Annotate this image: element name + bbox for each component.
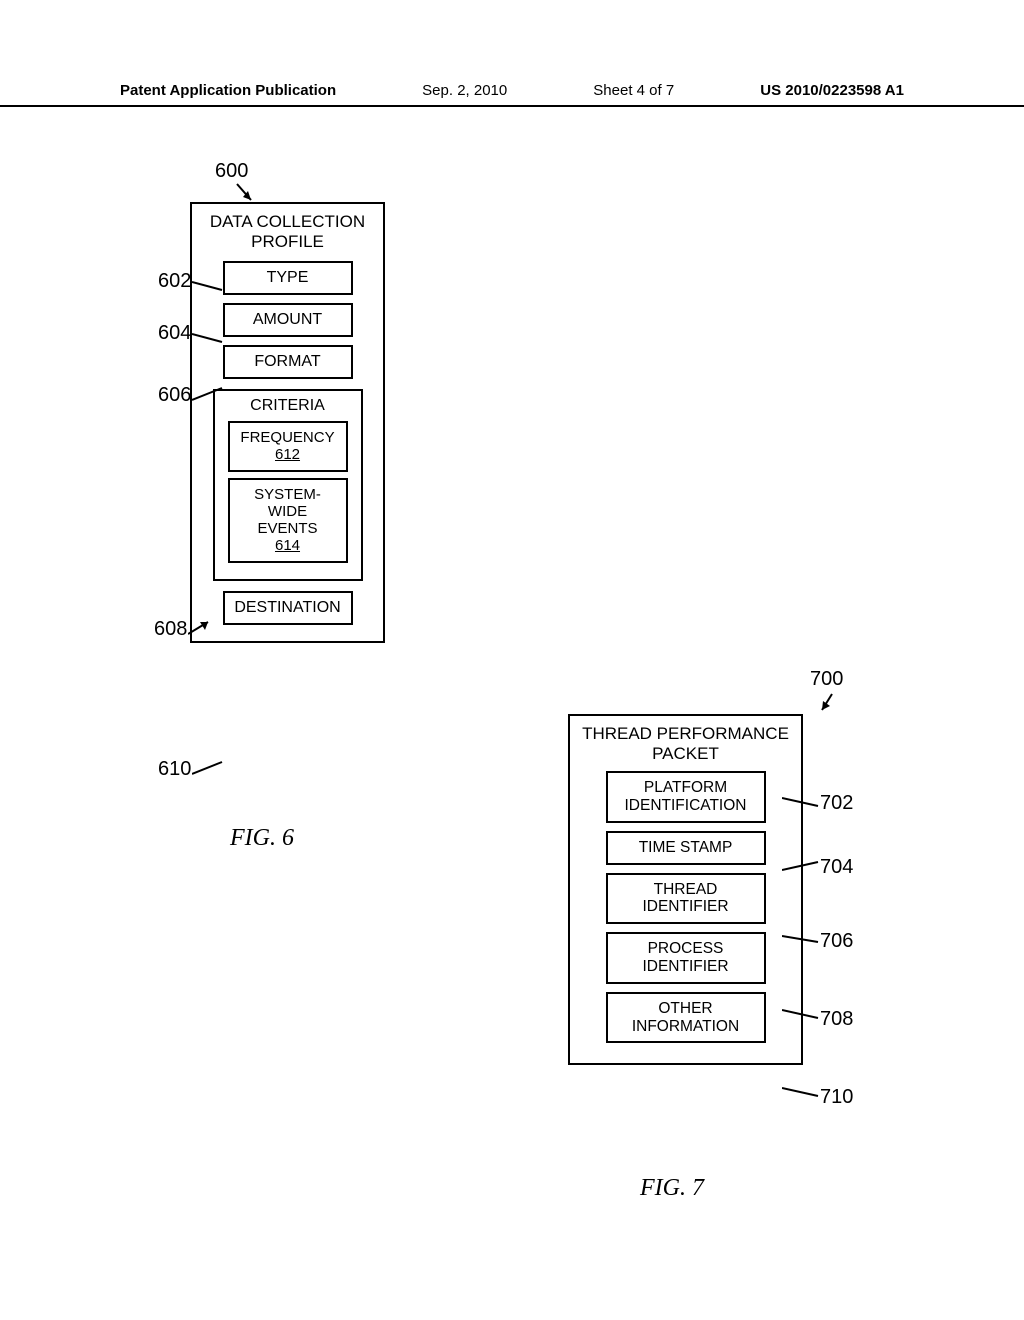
fig7-other-box: OTHER INFORMATION (606, 992, 766, 1044)
ref-702: 702 (820, 792, 853, 815)
ref-610: 610 (158, 758, 191, 781)
fig7-caption: FIG. 7 (640, 1175, 704, 1202)
lead-line-icon (782, 1084, 820, 1100)
fig6-events-box: SYSTEM- WIDE EVENTS 614 (228, 478, 348, 563)
fig6-data-collection-profile: DATA COLLECTION PROFILE TYPE AMOUNT FORM… (190, 202, 385, 643)
fig7-platform-l1: PLATFORM (644, 779, 727, 796)
ref-708: 708 (820, 1008, 853, 1031)
arrow-icon (818, 692, 842, 716)
fig6-title-line2: PROFILE (251, 232, 324, 251)
header-sheet: Sheet 4 of 7 (593, 82, 674, 99)
fig7-thread-box: THREAD IDENTIFIER (606, 873, 766, 925)
fig7-timestamp-label: TIME STAMP (639, 839, 733, 856)
fig7-thread-l1: THREAD (654, 881, 718, 898)
ref-706: 706 (820, 930, 853, 953)
fig7-other-l2: INFORMATION (632, 1018, 739, 1035)
ref-604: 604 (158, 322, 191, 345)
page-header: Patent Application Publication Sep. 2, 2… (0, 82, 1024, 107)
fig6-events-l1: SYSTEM- (254, 486, 321, 503)
fig6-format-label: FORMAT (254, 353, 320, 370)
fig7-process-box: PROCESS IDENTIFIER (606, 932, 766, 984)
fig6-events-l2: WIDE (268, 503, 307, 520)
fig7-thread-performance-packet: THREAD PERFORMANCE PACKET PLATFORM IDENT… (568, 714, 803, 1065)
fig6-events-l3: EVENTS (257, 520, 317, 537)
fig6-frequency-label: FREQUENCY (240, 429, 334, 446)
fig6-amount-label: AMOUNT (253, 311, 322, 328)
ref-710: 710 (820, 1086, 853, 1109)
fig6-type-box: TYPE (223, 261, 353, 295)
fig7-title-line1: THREAD PERFORMANCE (582, 724, 789, 743)
ref-608: 608 (154, 618, 187, 641)
header-publication: Patent Application Publication (120, 82, 336, 99)
fig7-timestamp-box: TIME STAMP (606, 831, 766, 865)
ref-606: 606 (158, 384, 191, 407)
ref-600: 600 (215, 160, 248, 183)
fig6-events-ref: 614 (275, 537, 300, 554)
fig6-title-line1: DATA COLLECTION (210, 212, 365, 231)
ref-700: 700 (810, 668, 843, 691)
fig6-destination-label: DESTINATION (234, 599, 340, 616)
fig6-criteria-box: CRITERIA FREQUENCY 612 SYSTEM- WIDE EVEN… (213, 389, 363, 581)
fig7-title-line2: PACKET (652, 744, 719, 763)
fig6-criteria-title: CRITERIA (221, 397, 355, 415)
lead-line-icon (782, 858, 820, 874)
fig7-process-l1: PROCESS (648, 940, 724, 957)
fig6-destination-box: DESTINATION (223, 591, 353, 625)
header-date: Sep. 2, 2010 (422, 82, 507, 99)
lead-line-icon (782, 932, 820, 948)
fig7-platform-box: PLATFORM IDENTIFICATION (606, 771, 766, 823)
lead-arrow-icon (188, 618, 214, 638)
lead-line-icon (192, 278, 226, 292)
fig6-title: DATA COLLECTION PROFILE (202, 212, 373, 251)
fig7-thread-l2: IDENTIFIER (642, 898, 728, 915)
lead-line-icon (192, 330, 226, 344)
lead-line-icon (192, 760, 226, 776)
ref-704: 704 (820, 856, 853, 879)
fig6-caption: FIG. 6 (230, 825, 294, 852)
fig7-platform-l2: IDENTIFICATION (625, 797, 747, 814)
lead-line-icon (782, 1006, 820, 1022)
fig6-frequency-ref: 612 (275, 446, 300, 463)
fig7-title: THREAD PERFORMANCE PACKET (582, 724, 789, 763)
fig7-other-l1: OTHER (658, 1000, 712, 1017)
fig6-frequency-box: FREQUENCY 612 (228, 421, 348, 472)
fig6-format-box: FORMAT (223, 345, 353, 379)
lead-line-icon (782, 794, 820, 810)
fig6-amount-box: AMOUNT (223, 303, 353, 337)
header-pub-number: US 2010/0223598 A1 (760, 82, 904, 99)
fig6-type-label: TYPE (267, 269, 309, 286)
lead-line-icon (192, 386, 226, 402)
fig7-process-l2: IDENTIFIER (642, 958, 728, 975)
ref-602: 602 (158, 270, 191, 293)
